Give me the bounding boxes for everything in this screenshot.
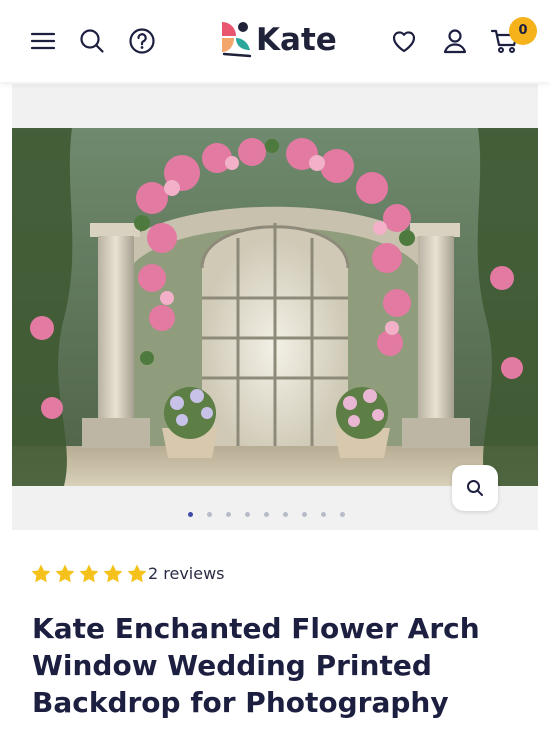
zoom-icon [467,480,483,496]
site-header: Kate 0 [0,0,550,82]
pagination-dot[interactable] [207,512,212,517]
star-icon [79,564,99,583]
logo-text: Kate [256,22,337,58]
pagination-dot[interactable] [245,512,250,517]
reviews-link[interactable]: 2 reviews [148,564,225,583]
star-icon [103,564,123,583]
pagination-dot[interactable] [302,512,307,517]
product-image[interactable] [12,128,538,486]
cart-count-badge: 0 [509,17,537,45]
star-icon [31,564,51,583]
pagination-dot-active[interactable] [188,512,193,517]
pagination-dot[interactable] [226,512,231,517]
heart-icon[interactable] [389,26,419,56]
pagination-dot[interactable] [283,512,288,517]
logo-mark-icon [222,22,252,58]
rating-stars[interactable] [30,563,150,585]
help-icon[interactable] [127,26,157,56]
star-icon [127,564,147,583]
pagination-dot[interactable] [321,512,326,517]
search-icon[interactable] [77,26,107,56]
menu-icon[interactable] [28,26,58,56]
pagination-dot[interactable] [340,512,345,517]
gallery-pagination [0,510,550,520]
zoom-button[interactable] [452,465,498,511]
product-title: Kate Enchanted Flower Arch Window Weddin… [32,612,480,719]
account-icon[interactable] [440,26,470,56]
pagination-dot[interactable] [264,512,269,517]
star-icon [55,564,75,583]
site-logo[interactable]: Kate [216,16,340,64]
